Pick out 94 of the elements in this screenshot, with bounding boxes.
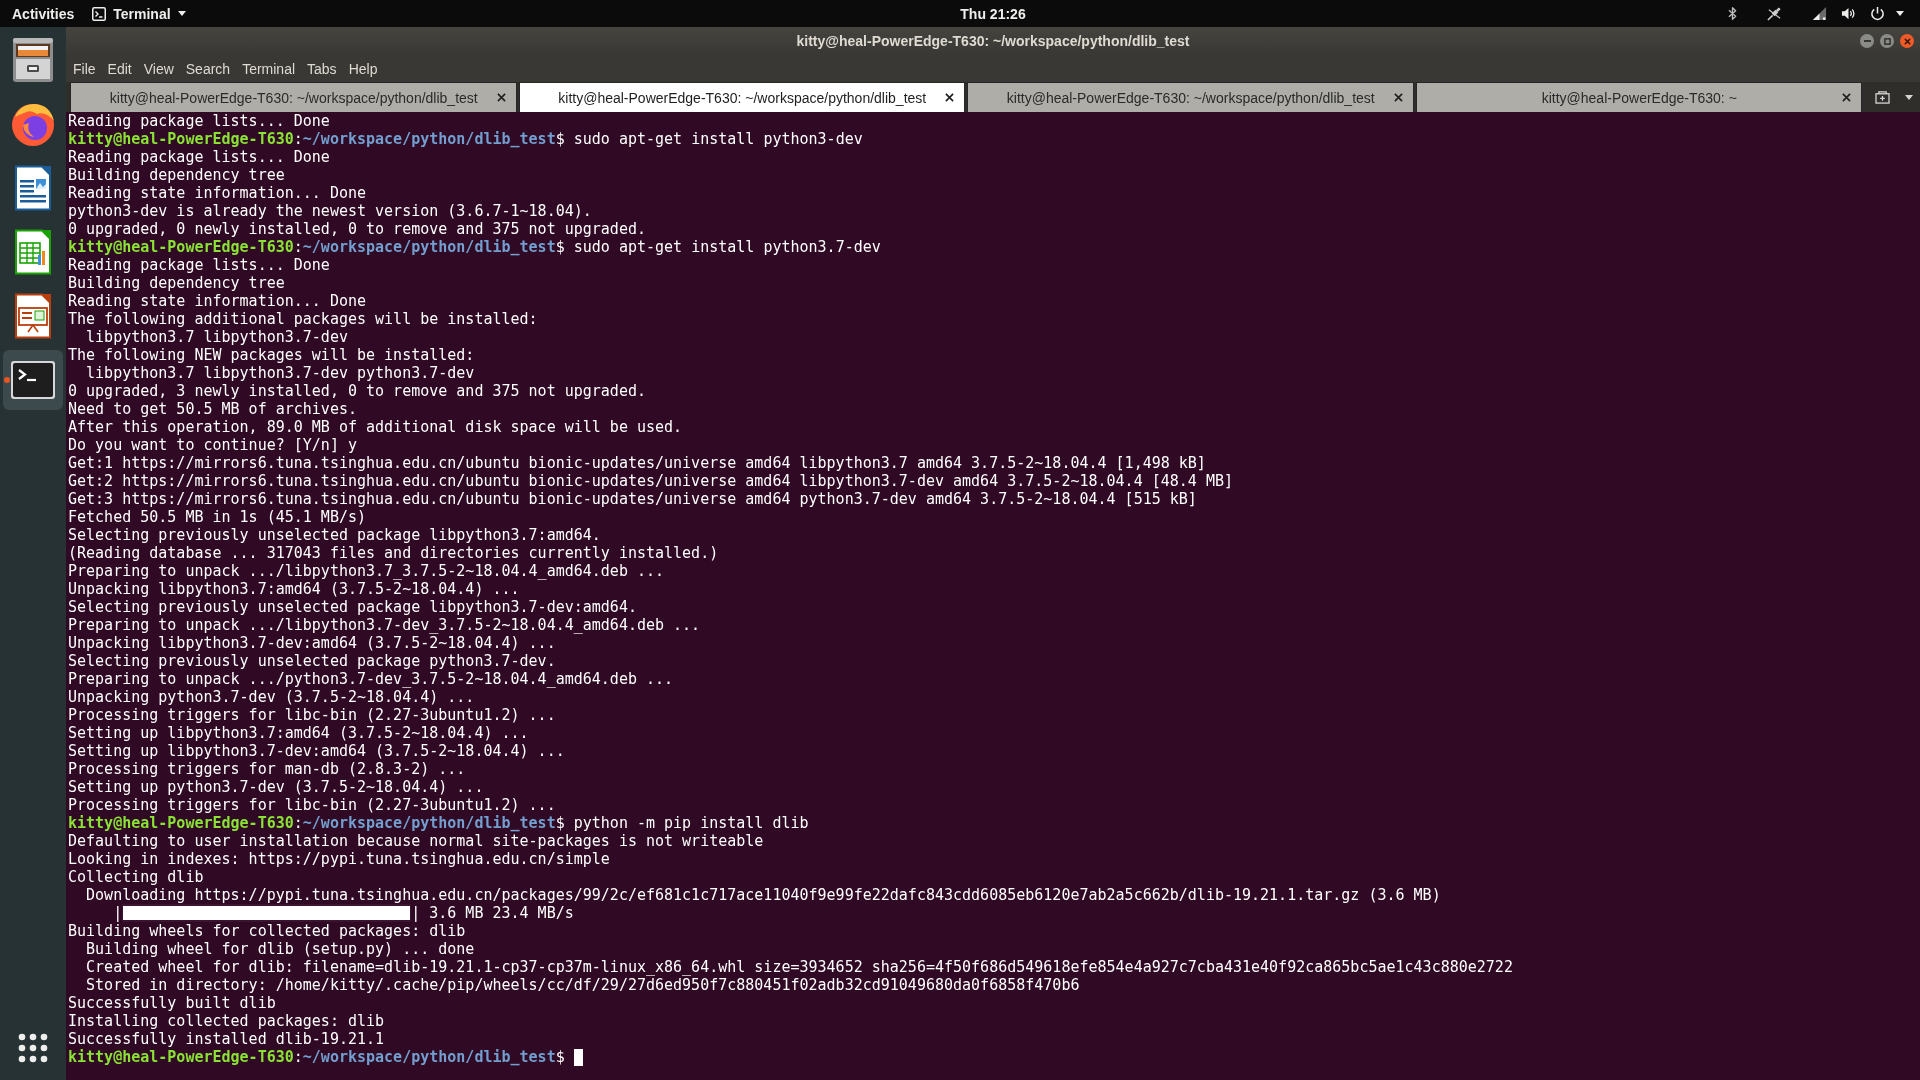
prompt-line: kitty@heal-PowerEdge-T630:~/workspace/python/dlib_test$ — [68, 1048, 565, 1066]
power-icon[interactable] — [1870, 6, 1885, 21]
plug-icon[interactable] — [1767, 6, 1782, 21]
menu-item[interactable]: View — [137, 57, 180, 80]
close-icon[interactable] — [1393, 93, 1403, 102]
output-line: Setting up python3.7-dev (3.7.5-2~18.04.4) ... — [68, 778, 484, 796]
tab[interactable]: kitty@heal-PowerEdge-T630: ~/workspace/python/dlib_test — [967, 82, 1414, 112]
output-line: Reading package lists... Done — [68, 148, 330, 166]
app-grid-icon[interactable] — [18, 1033, 48, 1063]
output-line: Successfully installed dlib-19.21.1 — [68, 1030, 385, 1048]
output-line: Reading state information... Done — [68, 292, 366, 310]
menu-item[interactable]: Help — [342, 57, 384, 80]
window-title: kitty@heal-PowerEdge-T630: ~/workspace/python/dlib_test — [796, 33, 1190, 49]
output-line: Selecting previously unselected package python3.7-dev. — [68, 652, 556, 670]
menu-item[interactable]: Terminal — [236, 57, 302, 80]
output-line: Unpacking libpython3.7:amd64 (3.7.5-2~18.04.4) ... — [68, 580, 520, 598]
close-button[interactable] — [1900, 34, 1914, 48]
output-line: Preparing to unpack .../libpython3.7-dev_3.7.5-2~18.04.4_amd64.deb ... — [68, 616, 701, 634]
output-line: Reading package lists... Done — [68, 112, 330, 130]
output-line: Processing triggers for libc-bin (2.27-3ubuntu1.2) ... — [68, 706, 556, 724]
output-line: Setting up libpython3.7:amd64 (3.7.5-2~18.04.4) ... — [68, 724, 529, 742]
output-line: Unpacking libpython3.7-dev:amd64 (3.7.5-2~18.04.4) ... — [68, 634, 556, 652]
minimize-button[interactable] — [1860, 34, 1874, 48]
output-line: Created wheel for dlib: filename=dlib-19.21.1-cp37-cp37m-linux_x86_64.whl size=3934652 sha256=4f50f686d549618efe854e4a927c7cba431e40f92ca865bc5ae1c43c880e2722 — [85, 958, 1513, 976]
output-line: Reading package lists... Done — [68, 256, 330, 274]
file-cabinet-icon — [10, 37, 56, 83]
output-line: Fetched 50.5 MB in 1s (45.1 MB/s) — [68, 508, 366, 526]
bluetooth-icon[interactable] — [1728, 6, 1737, 21]
progress-reading: | 3.6 MB 23.4 MB/s — [411, 904, 574, 922]
output-line: Downloading https://pypi.tuna.tsinghua.edu.cn/packages/99/2c/ef681c1c717ace11040f9e99fe22dafc843cdd6085eb6120e7ab2a5c662b/dlib-19.21.1.tar.gz (3.6 MB) — [85, 886, 1441, 904]
close-icon[interactable] — [496, 93, 506, 102]
output-line: Collecting dlib — [68, 868, 204, 886]
flame-globe-icon — [10, 101, 56, 147]
output-line: Get:1 https://mirrors6.tuna.tsinghua.edu.cn/ubuntu bionic-updates/universe amd64 libpython3.7 amd64 3.7.5-2~18.04.4 [1,498 kB] — [68, 454, 1206, 472]
output-line: Selecting previously unselected package libpython3.7:amd64. — [68, 526, 601, 544]
output-line: Looking in indexes: https://pypi.tuna.tsinghua.edu.cn/simple — [68, 850, 610, 868]
output-line: Preparing to unpack .../libpython3.7_3.7.5-2~18.04.4_amd64.deb ... — [68, 562, 665, 580]
tab[interactable]: kitty@heal-PowerEdge-T630: ~/workspace/python/dlib_test — [518, 82, 965, 112]
close-icon[interactable] — [1842, 93, 1851, 102]
output-line: Get:3 https://mirrors6.tuna.tsinghua.edu.cn/ubuntu bionic-updates/universe amd64 python3.7-dev amd64 3.7.5-2~18.04.4 [515 kB] — [68, 490, 1197, 508]
minimize-icon — [1863, 40, 1871, 42]
output-line: Reading state information... Done — [68, 184, 366, 202]
output-line: 0 upgraded, 0 newly installed, 0 to remove and 375 not upgraded. — [68, 220, 646, 238]
output-line: Setting up libpython3.7-dev:amd64 (3.7.5-2~18.04.4) ... — [68, 742, 565, 760]
output-line: Successfully built dlib — [68, 994, 276, 1012]
app-menu-button[interactable]: Terminal — [84, 0, 192, 27]
prompt-line: kitty@heal-PowerEdge-T630:~/workspace/python/dlib_test$ python -m pip install dlib — [68, 814, 809, 832]
output-line: (Reading database ... 317043 files and directories currently installed.) — [68, 544, 719, 562]
signal-icon[interactable] — [1812, 6, 1827, 21]
menu-item[interactable]: Tabs — [301, 57, 343, 80]
output-line: libpython3.7 libpython3.7-dev python3.7-dev — [85, 364, 475, 382]
output-line: Building wheel for dlib (setup.py) ... done — [85, 940, 475, 958]
output-line: libpython3.7 libpython3.7-dev — [85, 328, 348, 346]
caret-icon[interactable] — [1896, 11, 1904, 16]
maximize-button[interactable] — [1880, 34, 1894, 48]
maximize-icon — [1883, 37, 1891, 45]
output-line: Stored in directory: /home/kitty/.cache/pip/wheels/cc/df/29/27d6ed950f7c880451f02adb32cd91049680da0f6858f470b6 — [85, 976, 1080, 994]
prompt-line: kitty@heal-PowerEdge-T630:~/workspace/python/dlib_test$ sudo apt-get install python3.7-dev — [68, 238, 881, 256]
output-line: The following NEW packages will be installed: — [68, 346, 475, 364]
output-line: python3-dev is already the newest version (3.6.7-1~18.04). — [68, 202, 592, 220]
menu-item[interactable]: Search — [179, 57, 237, 80]
output-line: Do you want to continue? [Y/n] y — [68, 436, 357, 454]
output-line: Need to get 50.5 MB of archives. — [68, 400, 357, 418]
tab[interactable]: kitty@heal-PowerEdge-T630: ~/workspace/python/dlib_test — [70, 82, 517, 112]
tab[interactable]: kitty@heal-PowerEdge-T630: ~ — [1415, 82, 1862, 112]
output-line: Defaulting to user installation because normal site-packages is not writeable — [68, 832, 764, 850]
output-line: Processing triggers for libc-bin (2.27-3ubuntu1.2) ... — [68, 796, 556, 814]
close-icon[interactable] — [945, 93, 954, 102]
plus-box-icon[interactable] — [1875, 90, 1891, 104]
running-dot-icon — [4, 377, 10, 383]
output-line: Unpacking python3.7-dev (3.7.5-2~18.04.4) ... — [68, 688, 475, 706]
output-line: Get:2 https://mirrors6.tuna.tsinghua.edu.cn/ubuntu bionic-updates/universe amd64 libpython3.7-dev amd64 3.7.5-2~18.04.4 [48.4 MB] — [68, 472, 1233, 490]
dock-item[interactable] — [3, 350, 63, 410]
output-line: After this operation, 89.0 MB of additional disk space will be used. — [68, 418, 683, 436]
output-line: 0 upgraded, 3 newly installed, 0 to remove and 375 not upgraded. — [68, 382, 646, 400]
menu-item[interactable]: Edit — [101, 57, 138, 80]
output-line: Building dependency tree — [68, 166, 285, 184]
prompt-line: kitty@heal-PowerEdge-T630:~/workspace/python/dlib_test$ sudo apt-get install python3-dev — [68, 130, 863, 148]
caret-icon[interactable] — [1904, 94, 1913, 100]
output-line: Building dependency tree — [68, 274, 285, 292]
menu-item[interactable]: File — [67, 57, 102, 80]
output-line: Installing collected packages: dlib — [68, 1012, 385, 1030]
terminal-icon — [92, 6, 107, 21]
output-line: Building wheels for collected packages: dlib — [68, 922, 466, 940]
caret-icon — [177, 11, 186, 16]
close-icon — [1903, 37, 1911, 45]
clock-button[interactable]: Thu 21:26 — [952, 0, 1034, 27]
volume-icon[interactable] — [1841, 6, 1856, 21]
activities-button[interactable]: Activities — [0, 0, 85, 27]
output-line: Preparing to unpack .../python3.7-dev_3.7.5-2~18.04.4_amd64.deb ... — [68, 670, 674, 688]
output-line: Selecting previously unselected package libpython3.7-dev:amd64. — [68, 598, 637, 616]
output-line: The following additional packages will be installed: — [68, 310, 538, 328]
progress-edge: | — [112, 904, 123, 922]
output-line: Processing triggers for man-db (2.8.3-2) ... — [68, 760, 466, 778]
